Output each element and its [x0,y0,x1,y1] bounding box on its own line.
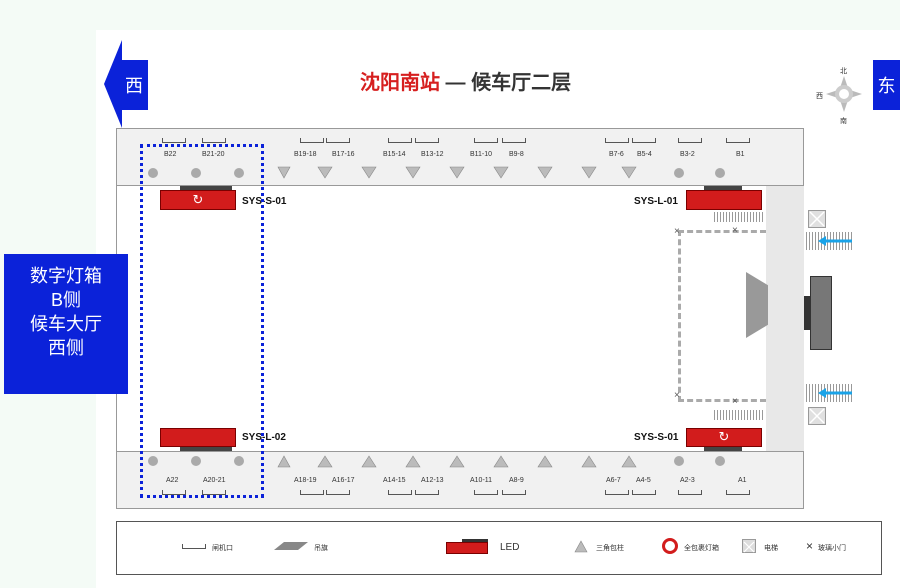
side-label-line: B侧 [50,290,81,310]
gate-label-top: B3-2 [680,151,695,158]
escalator-stairs [714,410,764,420]
compass-north: 北 [840,68,847,75]
gate-icon [726,490,750,495]
bottom-pillar-row [277,455,637,468]
legend-lightbox-icon [662,538,678,554]
gate-label-bottom: A16-17 [332,477,355,484]
legend-pillar-label: 三角包柱 [596,545,624,552]
legend-glass-door-label: 玻璃小门 [818,545,846,552]
gate-label-bottom: A18-19 [294,477,317,484]
gate-label-top: B1 [736,151,745,158]
gate-label-bottom: A1 [738,477,747,484]
legend-pillar-icon [574,540,588,553]
column-dot [674,168,684,178]
gate-label-top: B11-10 [470,151,493,158]
led-screen-sys-l-01 [686,190,762,210]
legend-elevator-icon [742,539,756,553]
legend-led-icon [446,542,488,554]
legend-led-label: LED [500,542,520,553]
arrow-left-icon [818,388,852,398]
glass-door-icon: × [732,225,738,236]
compass-south: 南 [840,118,847,125]
gate-icon [605,138,629,143]
station-name: 沈阳南站 [360,72,440,94]
gate-label-bottom: A6-7 [606,477,621,484]
gate-icon [474,490,498,495]
elevator-icon [808,407,826,425]
gate-icon [726,138,750,143]
floor-name: 候车厅二层 [471,72,572,94]
gate-label-top: B5-4 [637,151,652,158]
gate-label-bottom: A8-9 [509,477,524,484]
gate-icon [300,138,324,143]
gate-label-bottom: A12-13 [421,477,444,484]
gate-icon [502,490,526,495]
glass-door-icon: × [732,396,738,407]
gate-label-top: B19-18 [294,151,317,158]
elevator-icon [808,210,826,228]
gate-icon [415,138,439,143]
gate-icon [415,490,439,495]
gate-icon [474,138,498,143]
lightbox-icon: ↻ [718,429,730,444]
east-door-panel [810,276,832,350]
column-dot [715,456,725,466]
sys-label: SYS-S-01 [634,432,679,443]
gate-label-bottom: A4-5 [636,477,651,484]
column-dot [715,168,725,178]
sys-label: SYS-L-01 [634,196,678,207]
legend-gate-label: 闸机口 [212,545,233,552]
gate-label-top: B17-16 [332,151,355,158]
gate-icon [202,138,226,143]
gate-label-bottom: A14-15 [383,477,406,484]
legend-gate-icon [182,544,206,549]
gate-label-bottom: A2-3 [680,477,695,484]
glass-door-icon: × [674,226,680,237]
arrow-left-icon [818,236,852,246]
gate-icon [605,490,629,495]
gate-icon [326,490,350,495]
legend-flag-label: 吊旗 [314,545,328,552]
gate-label-top: B15-14 [383,151,406,158]
gate-icon [388,138,412,143]
side-label-line: 西侧 [48,338,84,358]
legend-flag-icon [274,542,308,550]
gate-icon [300,490,324,495]
gate-label-top: B7-6 [609,151,624,158]
gate-icon [388,490,412,495]
legend-elevator-label: 电梯 [764,545,778,552]
west-label: 西 [120,60,148,110]
gate-label-top: B13-12 [421,151,444,158]
compass-icon [824,74,864,114]
glass-door-icon: × [674,390,680,401]
highlight-zone-b-west [140,144,264,498]
gate-icon [326,138,350,143]
page-title: 沈阳南站 — 候车厅二层 [360,66,571,95]
gate-icon [678,490,702,495]
side-label-line: 候车大厅 [30,314,102,334]
gate-icon [162,138,186,143]
gate-label-top: B9-8 [509,151,524,158]
east-label: 东 [873,60,900,110]
gate-icon [678,138,702,143]
side-info-box: 数字灯箱 B侧 候车大厅 西侧 [4,254,128,394]
top-pillar-row [277,166,637,179]
compass-west: 西 [816,93,823,100]
column-dot [674,456,684,466]
gate-icon [632,490,656,495]
gate-icon [632,138,656,143]
legend-glass-door-icon: × [806,539,814,553]
east-corridor [766,186,804,451]
gate-label-bottom: A10-11 [470,477,493,484]
legend-lightbox-label: 全包裹灯箱 [684,545,719,552]
gate-icon [502,138,526,143]
side-label-line: 数字灯箱 [30,266,102,286]
escalator-stairs [714,212,764,222]
title-dash: — [440,72,472,94]
